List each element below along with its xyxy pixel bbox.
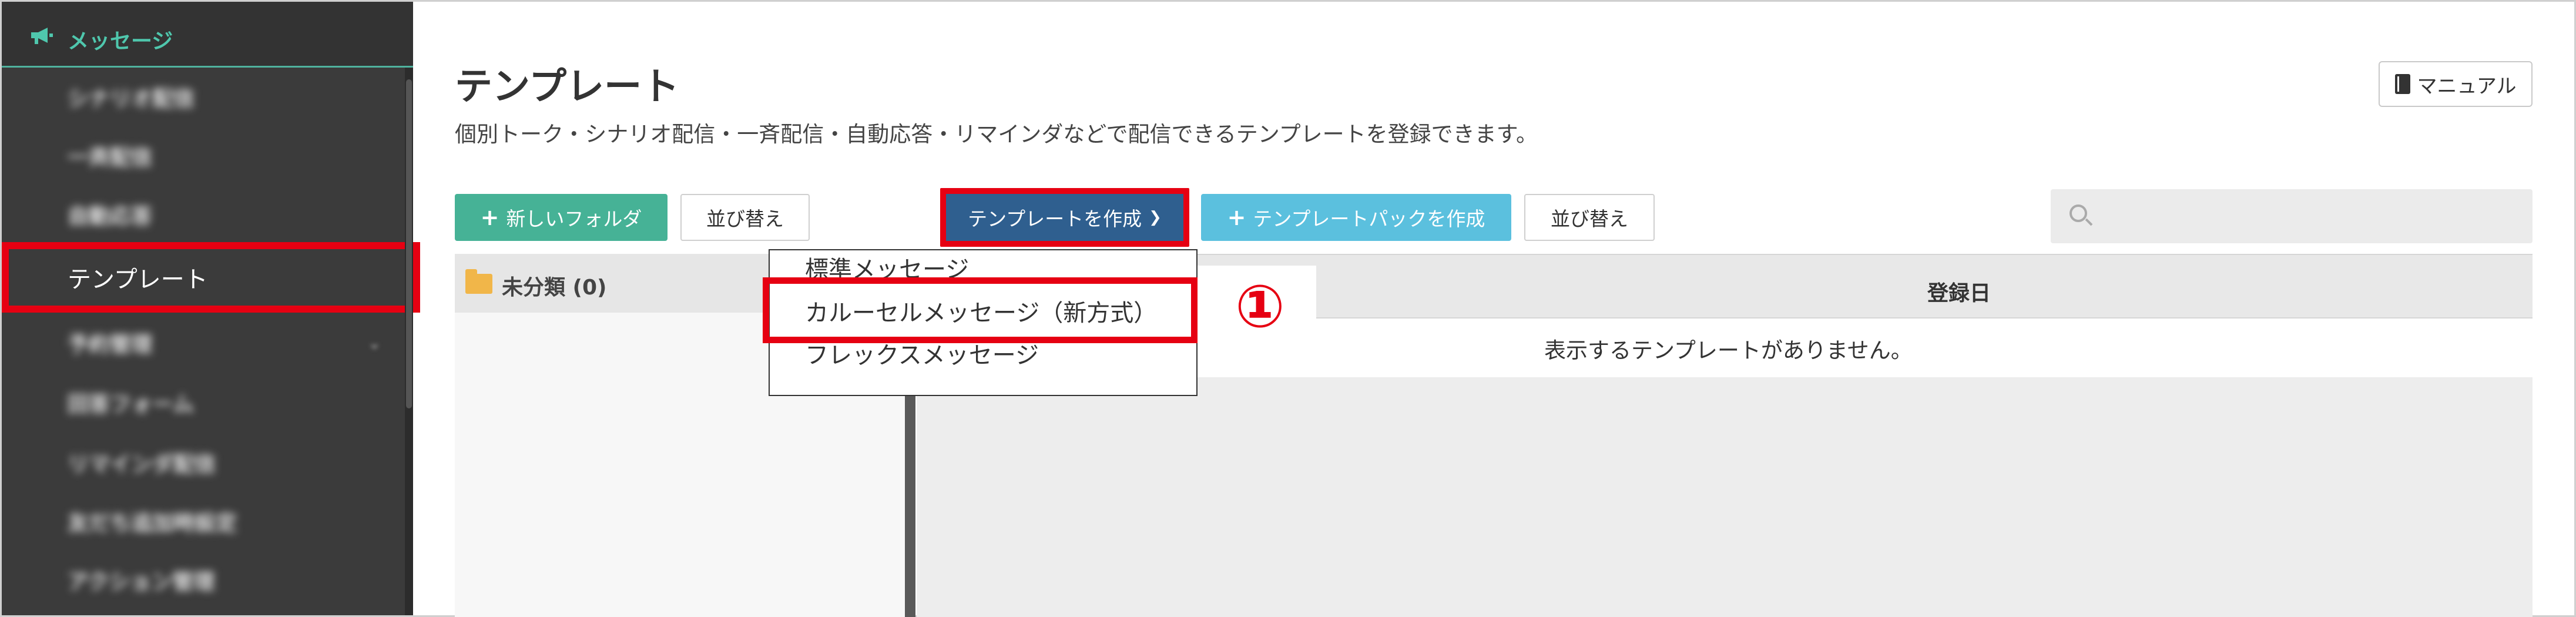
manual-button-label: マニュアル	[2417, 74, 2517, 98]
sidebar-item-auto-reply[interactable]: 自動応答	[2, 185, 405, 244]
sidebar-section-header[interactable]: メッセージ	[2, 2, 413, 68]
empty-message: 表示するテンプレートがありません。	[1544, 338, 1913, 363]
sidebar-item-scenario[interactable]: シナリオ配信	[2, 68, 405, 126]
sidebar-item-label: 回答フォーム	[68, 393, 194, 417]
folder-label: 未分類 (0)	[502, 276, 607, 300]
template-sort-label: 並び替え	[1551, 207, 1628, 230]
highlight-box	[763, 277, 1198, 343]
sidebar-item-reminder[interactable]: リマインダ配信	[2, 433, 405, 492]
folder-sort-button[interactable]: 並び替え	[680, 194, 810, 241]
table-header-date[interactable]: 登録日	[1927, 276, 1991, 307]
search-icon	[2069, 204, 2087, 222]
sidebar-item-friend-add[interactable]: 友だち追加時設定	[2, 492, 405, 551]
book-icon	[2394, 74, 2410, 94]
plus-icon: +	[480, 204, 499, 230]
sidebar-scrollbar[interactable]	[405, 68, 413, 615]
sidebar: メッセージ シナリオ配信 一斉配信 自動応答 テンプレート 予約管理 ⌄ 回答フ…	[2, 2, 420, 615]
template-sort-button[interactable]: 並び替え	[1524, 194, 1655, 241]
plus-icon: +	[1227, 204, 1246, 230]
sidebar-item-label: リマインダ配信	[68, 452, 216, 477]
step-annotation: ①	[1235, 272, 1285, 341]
folder-sort-label: 並び替え	[706, 207, 784, 230]
sidebar-item-label: 友だち追加時設定	[68, 511, 237, 535]
sidebar-item-form[interactable]: 回答フォーム	[2, 373, 405, 432]
page-title: テンプレート	[455, 65, 680, 109]
sidebar-item-label: テンプレート	[68, 266, 208, 293]
create-pack-label: テンプレートパックを作成	[1253, 207, 1485, 230]
search-input[interactable]	[2051, 189, 2533, 243]
sidebar-item-template[interactable]: テンプレート	[2, 242, 420, 313]
sidebar-header-label: メッセージ	[68, 29, 173, 53]
sidebar-item-label: 予約管理	[68, 333, 153, 357]
sidebar-item-reservation[interactable]: 予約管理 ⌄	[2, 313, 405, 372]
sidebar-item-label: 一斉配信	[68, 146, 153, 170]
sidebar-item-label: 自動応答	[68, 204, 153, 229]
megaphone-icon	[31, 28, 53, 44]
create-template-button[interactable]: テンプレートを作成 ❯	[940, 188, 1189, 247]
chevron-down-icon: ⌄	[367, 333, 381, 353]
sidebar-item-label: アクション管理	[68, 570, 215, 594]
page-description: 個別トーク・シナリオ配信・一斉配信・自動応答・リマインダなどで配信できるテンプレ…	[455, 122, 1538, 147]
sidebar-item-label: シナリオ配信	[68, 87, 195, 111]
create-template-pack-button[interactable]: + テンプレートパックを作成	[1201, 194, 1511, 241]
manual-button[interactable]: マニュアル	[2379, 61, 2533, 107]
chevron-down-icon: ❯	[1149, 209, 1162, 226]
sidebar-item-action[interactable]: アクション管理	[2, 551, 405, 609]
folder-icon	[465, 269, 492, 294]
new-folder-button[interactable]: + 新しいフォルダ	[455, 194, 668, 241]
create-template-label: テンプレートを作成	[968, 207, 1142, 230]
sidebar-item-broadcast[interactable]: 一斉配信	[2, 126, 405, 185]
scrollbar-thumb[interactable]	[406, 79, 412, 408]
new-folder-label: 新しいフォルダ	[506, 207, 642, 230]
table-body	[917, 377, 2533, 617]
